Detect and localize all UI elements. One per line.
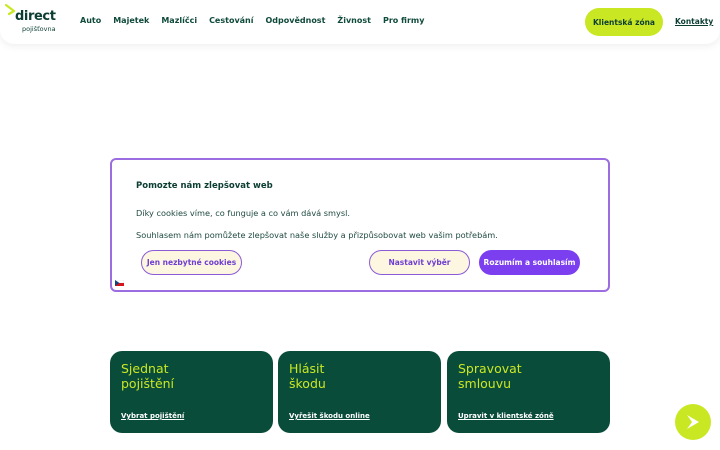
card-sjednat-pojisteni[interactable]: Sjednat pojištění Vybrat pojištění (110, 351, 273, 433)
main-nav: Auto Majetek Mazlíčci Cestování Odpovědn… (80, 16, 436, 25)
nav-item-auto[interactable]: Auto (80, 16, 101, 25)
card-link-klientska-zona[interactable]: Upravit v klientské zóně (458, 412, 554, 420)
arrow-chevron-icon (687, 415, 699, 429)
necessary-cookies-button[interactable]: Jen nezbytné cookies (141, 250, 242, 275)
cookie-consent-dialog: Pomozte nám zlepšovat web Díky cookies v… (110, 158, 610, 292)
logo-word: direct (15, 9, 56, 24)
client-zone-button[interactable]: Klientská zóna (585, 8, 663, 36)
site-header: direct pojišťovna Auto Majetek Mazlíčci … (0, 0, 720, 44)
cookie-dialog-text-1: Díky cookies víme, co funguje a co vám d… (136, 208, 351, 218)
nav-item-majetek[interactable]: Majetek (113, 16, 149, 25)
cookie-dialog-text-2: Souhlasem nám pomůžete zlepšovat naše sl… (136, 230, 498, 240)
card-link-vyresit-skodu[interactable]: Vyřešit škodu online (289, 412, 370, 420)
logo-subtitle: pojišťovna (22, 25, 56, 33)
card-title: Sjednat pojištění (121, 361, 175, 391)
czech-flag-icon[interactable] (115, 280, 124, 286)
card-title: Spravovat smlouvu (458, 361, 522, 391)
contacts-link[interactable]: Kontakty (675, 17, 713, 26)
nav-item-cestovani[interactable]: Cestování (209, 16, 253, 25)
nav-item-zivnost[interactable]: Živnost (337, 16, 371, 25)
card-link-vybrat-pojisteni[interactable]: Vybrat pojištění (121, 412, 184, 420)
card-hlasit-skodu[interactable]: Hlásit škodu Vyřešit škodu online (278, 351, 441, 433)
direct-logo[interactable]: direct pojišťovna (5, 4, 60, 34)
accept-cookies-button[interactable]: Rozumím a souhlasím (479, 250, 580, 275)
card-spravovat-smlouvu[interactable]: Spravovat smlouvu Upravit v klientské zó… (447, 351, 610, 433)
nav-item-pro-firmy[interactable]: Pro firmy (383, 16, 425, 25)
floating-action-button[interactable] (675, 404, 711, 440)
cookie-dialog-title: Pomozte nám zlepšovat web (136, 181, 273, 191)
cookie-settings-button[interactable]: Nastavit výběr (369, 250, 470, 275)
card-title: Hlásit škodu (289, 361, 326, 391)
nav-item-mazlicci[interactable]: Mazlíčci (161, 16, 197, 25)
nav-item-odpovednost[interactable]: Odpovědnost (266, 16, 326, 25)
